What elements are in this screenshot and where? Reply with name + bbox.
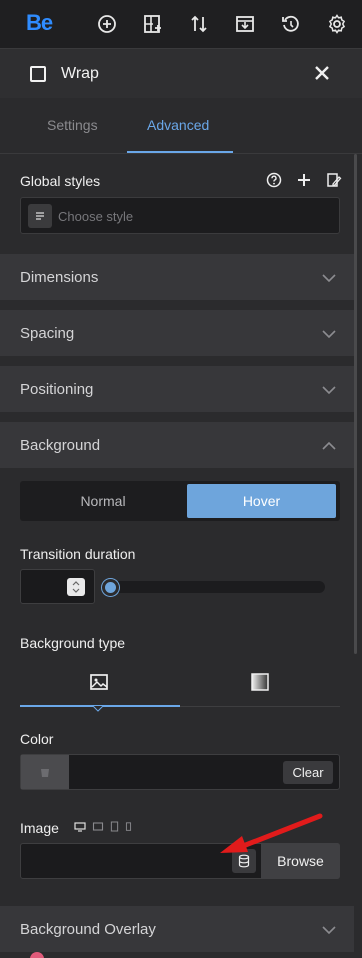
annotation-arrow-icon [220,813,323,853]
mobile-icon[interactable] [125,821,132,832]
element-title: Wrap [61,65,99,82]
transition-duration-label: Transition duration [20,546,136,562]
history-icon[interactable] [281,14,301,34]
section-spacing[interactable]: Spacing [0,310,354,356]
section-label: Spacing [20,325,75,342]
add-circle-icon[interactable] [97,14,117,34]
state-hover-button[interactable]: Hover [187,484,336,518]
background-type-label: Background type [20,635,126,651]
be-logo[interactable]: Be [26,10,53,36]
section-label: Background [20,437,101,454]
top-toolbar: Be [0,0,362,48]
panel-tabs: Settings Advanced [0,98,362,154]
global-styles-actions [266,172,342,191]
state-toggle: Normal Hover [20,481,340,521]
chevron-up-icon [322,441,336,450]
image-label: Image [20,820,59,836]
gear-icon[interactable] [327,14,347,34]
color-label: Color [20,731,54,747]
section-label: Background Overlay [20,921,156,938]
bucket-icon [41,769,49,777]
section-dimensions[interactable]: Dimensions [0,254,354,300]
section-label: Positioning [20,381,94,398]
element-header: Wrap [0,48,362,98]
tab-settings[interactable]: Settings [47,117,98,133]
tab-advanced[interactable]: Advanced [147,117,209,133]
section-background[interactable]: Background [0,422,354,468]
laptop-icon[interactable] [92,821,104,832]
add-style-icon[interactable] [296,172,312,191]
layout-add-icon[interactable] [143,14,163,34]
section-background-overlay[interactable]: Background Overlay [0,906,354,952]
stepper-icon[interactable] [67,578,85,596]
transition-duration-input[interactable] [20,569,95,604]
element-checkbox-icon [30,66,46,82]
global-style-placeholder: Choose style [58,209,134,224]
close-icon[interactable] [312,63,332,83]
status-dot-icon [30,952,44,958]
transition-duration-slider[interactable] [102,581,325,593]
chevron-down-icon [322,330,336,339]
color-swatch[interactable] [21,755,69,789]
chevron-down-icon [322,274,336,283]
global-style-select[interactable]: Choose style [20,197,340,234]
style-edit-icon[interactable] [326,172,342,191]
caret-down-icon [93,706,103,712]
gradient-icon[interactable] [250,672,270,692]
responsive-device-icons [74,821,132,832]
active-tab-indicator [127,151,233,153]
sort-arrows-icon[interactable] [189,14,209,34]
clear-button[interactable]: Clear [283,761,333,784]
tablet-icon[interactable] [110,821,119,832]
help-icon[interactable] [266,172,282,191]
slider-thumb[interactable] [102,579,119,596]
desktop-icon[interactable] [74,821,86,832]
chevron-down-icon [322,926,336,935]
panel-scrollbar[interactable] [354,154,357,654]
image-icon[interactable] [89,672,109,692]
section-label: Dimensions [20,269,99,286]
chevron-down-icon [322,386,336,395]
global-styles-label: Global styles [20,173,101,189]
import-icon[interactable] [235,14,255,34]
list-icon [28,204,52,228]
section-positioning[interactable]: Positioning [0,366,354,412]
state-normal-button[interactable]: Normal [20,481,186,521]
